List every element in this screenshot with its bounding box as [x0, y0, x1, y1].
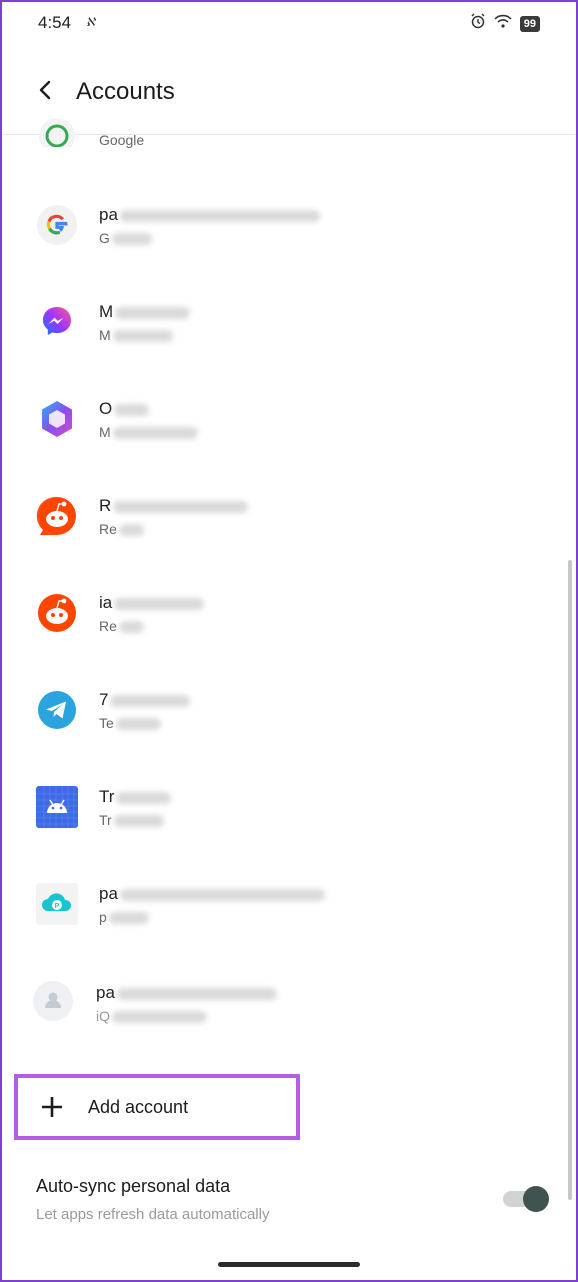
account-item[interactable]: M M [0, 274, 578, 371]
account-name: ia [99, 593, 205, 613]
android-icon [36, 786, 78, 828]
auto-sync-toggle[interactable] [503, 1186, 549, 1212]
status-time: 4:54 [38, 13, 72, 32]
page-title: Accounts [76, 78, 175, 105]
account-name: pa [99, 205, 320, 225]
status-notification-icon: ℵ [86, 15, 95, 29]
account-name: O [99, 399, 150, 419]
account-type: Google [99, 132, 145, 148]
navigation-gesture-handle[interactable] [218, 1262, 360, 1267]
reddit-icon [36, 495, 78, 537]
account-item[interactable]: ia Re [0, 565, 578, 662]
svg-text:P: P [55, 903, 60, 910]
toggle-knob [523, 1186, 549, 1212]
account-item[interactable]: pa iQ [0, 953, 578, 1050]
account-item[interactable]: O M [0, 371, 578, 468]
app-bar: Accounts [0, 46, 578, 135]
account-type: G [99, 230, 152, 246]
back-arrow-icon [39, 80, 51, 100]
messenger-icon [36, 301, 78, 343]
auto-sync-title: Auto-sync personal data [36, 1176, 231, 1196]
account-item[interactable]: 7 Te [0, 662, 578, 759]
google-icon [36, 204, 78, 246]
google-icon [38, 117, 76, 147]
account-item[interactable]: P pa p [0, 856, 578, 953]
account-type: M [99, 424, 198, 440]
account-item[interactable]: Tr Tr [0, 759, 578, 856]
pcloud-icon: P [36, 883, 78, 925]
account-name: M [99, 302, 191, 322]
status-bar: 4:54 ℵ 99 [0, 0, 578, 46]
account-type: p [99, 909, 149, 925]
account-type: M [99, 327, 173, 343]
account-type: Re [99, 521, 144, 537]
auto-sync-subtitle: Let apps refresh data automatically [36, 1206, 270, 1223]
add-account-label: Add account [88, 1096, 189, 1117]
plus-icon [40, 1095, 64, 1119]
account-item[interactable]: R Re [0, 468, 578, 565]
office-icon [36, 398, 78, 440]
account-type: Re [99, 618, 144, 634]
person-icon [32, 980, 74, 1022]
alarm-icon [470, 13, 486, 34]
account-type: Te [99, 715, 161, 731]
partial-account-item[interactable]: Google [0, 118, 578, 165]
account-type: Tr [99, 812, 164, 828]
account-name: pa [99, 884, 325, 904]
account-item[interactable]: pa G [0, 177, 578, 274]
telegram-icon [36, 689, 78, 731]
account-name: R [99, 496, 249, 516]
wifi-icon [494, 14, 512, 33]
reddit-icon [36, 592, 78, 634]
battery-indicator: 99 [519, 15, 540, 32]
back-button[interactable] [30, 74, 62, 106]
add-account-button[interactable]: Add account [14, 1074, 300, 1140]
account-name: 7 [99, 690, 191, 710]
account-name: pa [96, 983, 277, 1003]
status-icons: 99 [470, 13, 540, 34]
account-name: Tr [99, 787, 172, 807]
account-type: iQ [96, 1008, 207, 1024]
scrollbar[interactable] [568, 560, 572, 1200]
